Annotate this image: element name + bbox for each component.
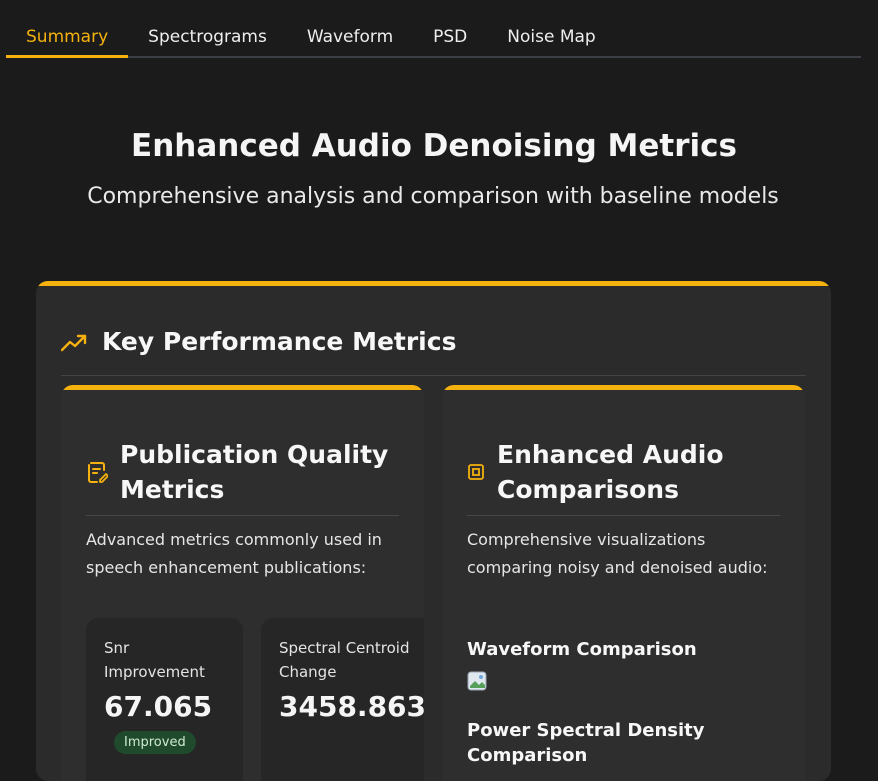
psd-comparison-heading: Power Spectral Density Comparison <box>467 720 705 766</box>
metric-value: 67.065 <box>104 690 213 723</box>
card-description: Comprehensive visualizations comparing n… <box>467 530 768 577</box>
status-badge: Improved <box>114 731 196 754</box>
tab-summary[interactable]: Summary <box>6 20 129 58</box>
waveform-comparison-heading: Waveform Comparison <box>467 639 697 660</box>
key-metrics-panel: Key Performance Metrics Publication Qual… <box>36 281 831 781</box>
card-title: Publication Quality Metrics <box>120 440 389 504</box>
audio-comparisons-card: Enhanced Audio Comparisons Comprehensive… <box>442 385 805 781</box>
document-icon <box>88 462 108 483</box>
panel-header: Key Performance Metrics <box>61 323 806 376</box>
card-accent-bar <box>61 385 424 390</box>
square-icon <box>468 464 484 480</box>
card-description: Advanced metrics commonly used in speech… <box>86 530 382 577</box>
card-accent-bar <box>442 385 805 390</box>
tab-bar: Summary Spectrograms Waveform PSD Noise … <box>6 20 861 58</box>
publication-metrics-card: Publication Quality Metrics Advanced met… <box>61 385 424 781</box>
tab-noise-map[interactable]: Noise Map <box>487 20 615 58</box>
page-title: Enhanced Audio Denoising Metrics <box>131 128 737 164</box>
card-header: Publication Quality Metrics <box>86 429 399 516</box>
card-header: Enhanced Audio Comparisons <box>467 429 780 516</box>
panel-accent-bar <box>36 281 831 286</box>
broken-image-icon <box>467 671 487 691</box>
tab-spectrograms[interactable]: Spectrograms <box>128 20 287 58</box>
panel-title: Key Performance Metrics <box>102 327 457 356</box>
metric-spectral-centroid-change: Spectral Centroid Change 3458.863 <box>261 618 424 781</box>
tab-psd[interactable]: PSD <box>413 20 487 58</box>
card-title: Enhanced Audio Comparisons <box>497 440 724 504</box>
metric-label: Snr Improvement <box>104 639 205 681</box>
metric-value: 3458.863 <box>279 690 424 723</box>
tab-waveform[interactable]: Waveform <box>287 20 413 58</box>
page-subtitle: Comprehensive analysis and comparison wi… <box>87 184 779 209</box>
metric-snr-improvement: Snr Improvement 67.065 Improved <box>86 618 243 781</box>
trending-up-icon <box>61 334 87 352</box>
metric-label: Spectral Centroid Change <box>279 639 410 681</box>
